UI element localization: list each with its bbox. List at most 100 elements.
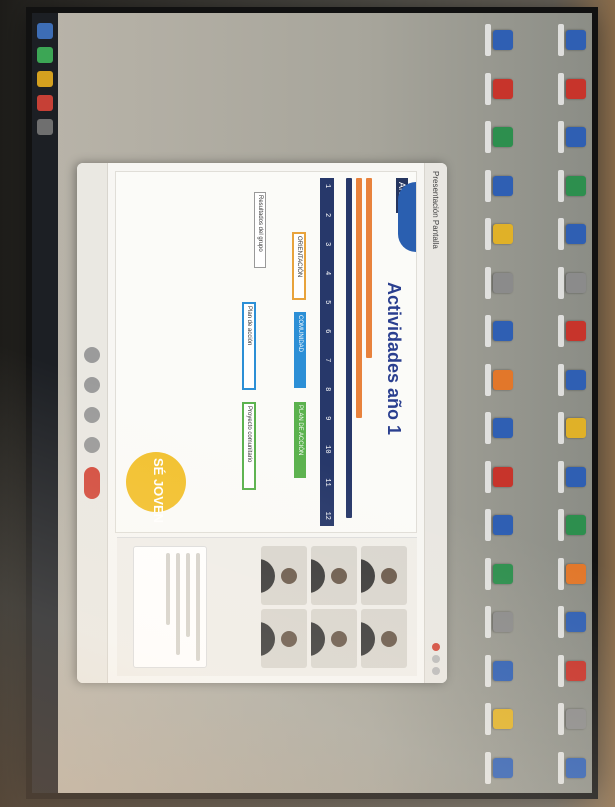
- avatar-body: [361, 621, 375, 656]
- taskbar: [32, 13, 58, 793]
- end-call-button[interactable]: [84, 467, 100, 499]
- camera-icon[interactable]: [84, 377, 100, 393]
- desktop-icon[interactable]: [446, 165, 513, 208]
- desktop-icon[interactable]: [519, 165, 586, 208]
- icon-caption: [558, 315, 564, 348]
- desktop-icon[interactable]: [446, 116, 513, 159]
- icon-caption: [485, 606, 491, 639]
- taskbar-app-icon[interactable]: [37, 47, 53, 63]
- participant-tile[interactable]: [261, 609, 307, 668]
- timeline-bars: [336, 178, 376, 526]
- icon-caption: [485, 24, 491, 57]
- month-number: 12: [323, 511, 331, 520]
- month-number: 2: [323, 213, 331, 218]
- icon-caption: [558, 606, 564, 639]
- avatar-body: [261, 621, 275, 656]
- participant-tile[interactable]: [311, 546, 357, 605]
- desktop-icon[interactable]: [446, 601, 513, 644]
- desktop-icon[interactable]: [519, 456, 586, 499]
- navy-bar: [346, 178, 352, 518]
- taskbar-app-icon[interactable]: [37, 71, 53, 87]
- desktop-icon[interactable]: [446, 407, 513, 450]
- desktop-icon[interactable]: [519, 601, 586, 644]
- maximize-icon[interactable]: [432, 667, 440, 675]
- taskbar-app-icon[interactable]: [37, 95, 53, 111]
- window-controls: [432, 643, 440, 675]
- desktop-icon[interactable]: [446, 553, 513, 596]
- decorative-wave: [398, 182, 416, 252]
- desktop-icon[interactable]: [519, 650, 586, 693]
- file-icon: [566, 272, 586, 293]
- desktop-icon[interactable]: [446, 19, 513, 62]
- start-icon[interactable]: [37, 23, 53, 39]
- desktop-icon[interactable]: [519, 407, 586, 450]
- participant-tile[interactable]: [311, 609, 357, 668]
- icon-caption: [558, 72, 564, 105]
- avatar: [380, 567, 397, 584]
- desktop-icon[interactable]: [519, 262, 586, 305]
- excel-icon: [493, 563, 513, 584]
- taskbar-app-icon[interactable]: [37, 119, 53, 135]
- month-number: 5: [323, 300, 331, 305]
- desktop-icon[interactable]: [519, 213, 586, 256]
- avatar: [330, 630, 347, 647]
- icon-caption: [485, 121, 491, 154]
- close-icon[interactable]: [432, 643, 440, 651]
- logo-text: SÉ JOVEN: [151, 458, 166, 524]
- icon-caption: [558, 557, 564, 590]
- desktop-icon[interactable]: [446, 310, 513, 353]
- chat-icon[interactable]: [84, 437, 100, 453]
- word-icon: [493, 515, 513, 536]
- powerpoint-icon: [566, 563, 586, 584]
- month-number: 7: [323, 358, 331, 363]
- desktop-icon[interactable]: [519, 698, 586, 741]
- avatar-body: [311, 621, 325, 656]
- desktop-icon[interactable]: [446, 262, 513, 305]
- chat-box[interactable]: [133, 546, 207, 668]
- excel-icon: [566, 175, 586, 196]
- word-icon: [566, 757, 586, 778]
- participant-tile[interactable]: [261, 546, 307, 605]
- video-call-window: Presentación Pantalla AÑO 1 Actividades …: [77, 163, 447, 683]
- desktop-icon[interactable]: [446, 747, 513, 790]
- avatar-body: [361, 558, 375, 593]
- pdf-icon: [566, 321, 586, 342]
- desktop-icon[interactable]: [446, 359, 513, 402]
- word-icon: [493, 418, 513, 439]
- month-number: 3: [323, 242, 331, 247]
- microphone-icon[interactable]: [84, 347, 100, 363]
- month-number: 4: [323, 271, 331, 276]
- chat-line: [196, 553, 200, 661]
- desktop-icon[interactable]: [519, 747, 586, 790]
- powerpoint-icon: [493, 369, 513, 390]
- desktop-icon[interactable]: [519, 359, 586, 402]
- participant-tile[interactable]: [361, 546, 407, 605]
- desktop-icon[interactable]: [519, 504, 586, 547]
- desktop-icon[interactable]: [446, 456, 513, 499]
- desktop-icon[interactable]: [519, 116, 586, 159]
- icon-caption: [558, 24, 564, 57]
- word-icon: [493, 321, 513, 342]
- desktop-icon[interactable]: [519, 68, 586, 111]
- desktop-icon[interactable]: [446, 213, 513, 256]
- desktop-icon[interactable]: [446, 698, 513, 741]
- desktop-icon[interactable]: [446, 504, 513, 547]
- desktop-icon[interactable]: [519, 310, 586, 353]
- desktop-icon[interactable]: [446, 68, 513, 111]
- word-icon: [493, 660, 513, 681]
- participant-tile[interactable]: [361, 609, 407, 668]
- excel-icon: [493, 127, 513, 148]
- icon-caption: [558, 363, 564, 396]
- word-icon: [493, 30, 513, 51]
- desktop-icon[interactable]: [519, 553, 586, 596]
- timeline-months: 1 2 3 4 5 6 7 8 9 10 11 12: [320, 178, 334, 526]
- word-icon: [566, 466, 586, 487]
- share-screen-icon[interactable]: [84, 407, 100, 423]
- word-icon: [566, 612, 586, 633]
- month-number: 10: [323, 445, 331, 454]
- icon-caption: [485, 412, 491, 445]
- desktop-icon[interactable]: [446, 650, 513, 693]
- icon-caption: [558, 412, 564, 445]
- minimize-icon[interactable]: [432, 655, 440, 663]
- desktop-icon[interactable]: [519, 19, 586, 62]
